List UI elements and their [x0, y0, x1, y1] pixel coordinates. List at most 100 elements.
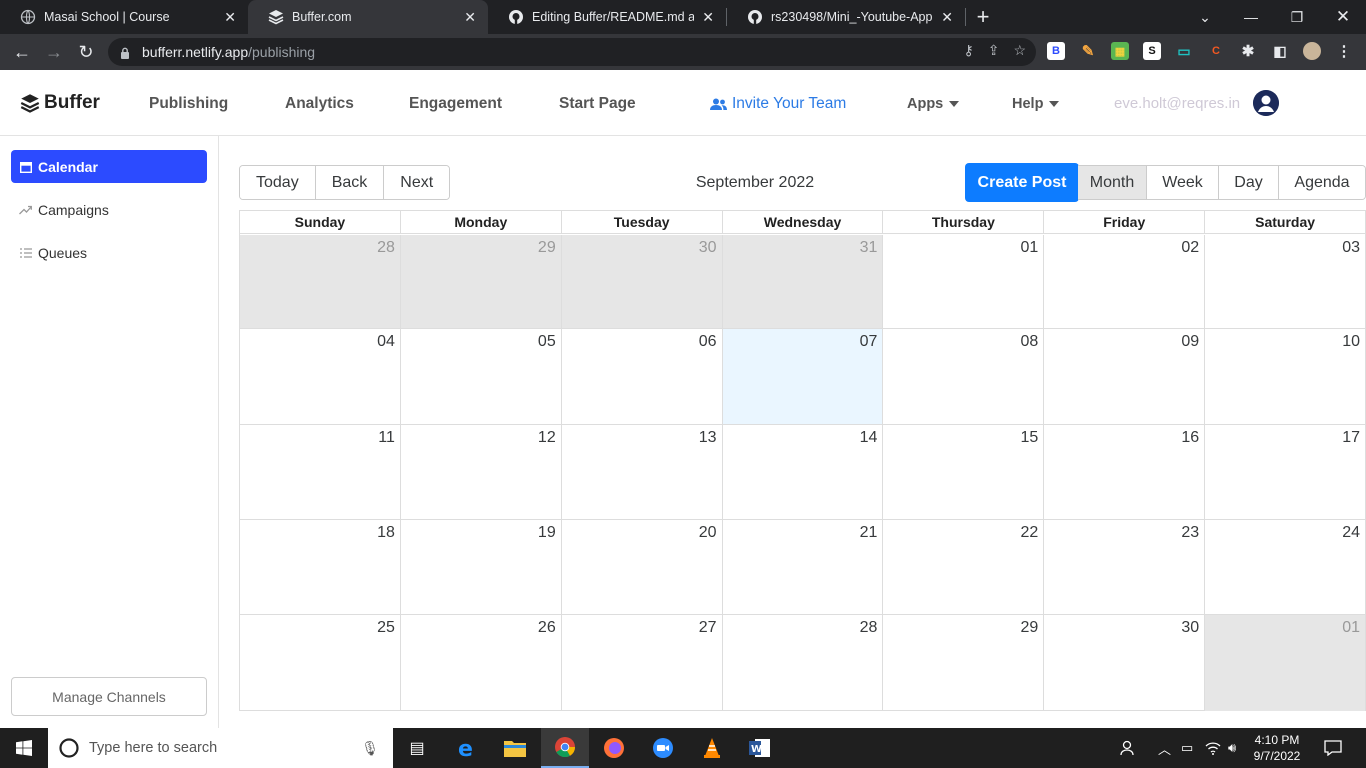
chrome-icon[interactable]	[541, 728, 589, 768]
menu-dots-icon[interactable]: ⋮	[1335, 42, 1353, 60]
day-number[interactable]: 08	[1021, 333, 1039, 350]
tab-github-readme[interactable]: Editing Buffer/README.md at ma ✕	[488, 0, 726, 34]
day-cell[interactable]: 27	[560, 615, 722, 711]
day-cell[interactable]: 04	[240, 329, 400, 424]
day-cell[interactable]: 11	[240, 425, 400, 519]
day-cell[interactable]: 28	[721, 615, 883, 711]
user-avatar-icon[interactable]	[1253, 90, 1279, 116]
day-number[interactable]: 24	[1342, 524, 1360, 541]
close-window-button[interactable]: ✕	[1320, 0, 1366, 34]
day-cell[interactable]: 14	[721, 425, 883, 519]
day-number[interactable]: 30	[699, 239, 717, 256]
sidebar-item-campaigns[interactable]: Campaigns	[11, 193, 207, 226]
day-cell[interactable]: 19	[399, 520, 561, 614]
day-cell[interactable]: 06	[560, 329, 722, 424]
day-number[interactable]: 11	[378, 429, 395, 446]
day-cell[interactable]: 21	[721, 520, 883, 614]
nav-publishing[interactable]: Publishing	[149, 95, 228, 113]
nav-engagement[interactable]: Engagement	[409, 95, 502, 113]
tab-masai[interactable]: Masai School | Course ✕	[0, 0, 248, 34]
day-cell[interactable]: 31	[721, 235, 883, 328]
day-number[interactable]: 16	[1181, 429, 1199, 446]
extension-s-icon[interactable]: S	[1143, 42, 1161, 60]
help-dropdown[interactable]: Help	[1012, 96, 1060, 112]
day-cell[interactable]: 29	[882, 615, 1043, 711]
view-day-button[interactable]: Day	[1218, 166, 1278, 199]
day-number[interactable]: 12	[538, 429, 556, 446]
day-cell[interactable]: 09	[1043, 329, 1204, 424]
sidepanel-icon[interactable]: ◧	[1271, 42, 1289, 60]
wifi-icon[interactable]	[1205, 728, 1221, 768]
day-number[interactable]: 30	[1181, 619, 1199, 636]
day-number[interactable]: 19	[538, 524, 556, 541]
nav-analytics[interactable]: Analytics	[285, 95, 354, 113]
reload-icon[interactable]: ↻	[70, 36, 102, 68]
close-icon[interactable]: ✕	[941, 9, 953, 26]
day-number[interactable]: 28	[860, 619, 878, 636]
new-tab-button[interactable]: +	[966, 0, 1000, 34]
day-number[interactable]: 10	[1342, 333, 1360, 350]
forward-arrow-icon[interactable]: →	[38, 36, 70, 68]
close-icon[interactable]: ✕	[224, 9, 236, 26]
day-cell[interactable]: 08	[882, 329, 1043, 424]
day-cell[interactable]: 22	[882, 520, 1043, 614]
taskbar-search[interactable]: Type here to search 🎙︎	[48, 728, 393, 768]
extension-b-icon[interactable]: B	[1047, 42, 1065, 60]
extension-screen-icon[interactable]: ▭	[1175, 42, 1193, 60]
day-cell[interactable]: 02	[1043, 235, 1204, 328]
day-cell[interactable]: 20	[560, 520, 722, 614]
day-number[interactable]: 17	[1342, 429, 1360, 446]
day-number[interactable]: 05	[538, 333, 556, 350]
tab-search-icon[interactable]: ⌄	[1182, 0, 1228, 34]
day-cell[interactable]: 25	[240, 615, 400, 711]
day-number[interactable]: 26	[538, 619, 556, 636]
day-cell[interactable]: 10	[1204, 329, 1365, 424]
day-number[interactable]: 18	[377, 524, 395, 541]
day-number[interactable]: 15	[1021, 429, 1039, 446]
day-number[interactable]: 31	[860, 239, 878, 256]
day-number[interactable]: 09	[1181, 333, 1199, 350]
create-post-button[interactable]: Create Post	[965, 163, 1079, 202]
windows-start-icon[interactable]	[0, 728, 48, 768]
sidebar-item-queues[interactable]: Queues	[11, 236, 207, 269]
day-cell[interactable]: 15	[882, 425, 1043, 519]
day-cell[interactable]: 03	[1204, 235, 1365, 328]
day-number[interactable]: 21	[860, 524, 878, 541]
task-view-icon[interactable]: ▤	[393, 728, 441, 768]
day-cell[interactable]: 30	[560, 235, 722, 328]
day-cell[interactable]: 18	[240, 520, 400, 614]
close-icon[interactable]: ✕	[464, 9, 476, 26]
bookmark-star-icon[interactable]: ☆	[1013, 42, 1026, 59]
day-cell[interactable]: 28	[240, 235, 400, 328]
system-clock[interactable]: 4:10 PM 9/7/2022	[1252, 732, 1302, 764]
day-cell[interactable]: 30	[1043, 615, 1204, 711]
day-cell[interactable]: 24	[1204, 520, 1365, 614]
minimize-button[interactable]: —	[1228, 0, 1274, 34]
day-number[interactable]: 25	[377, 619, 395, 636]
day-cell[interactable]: 01	[1204, 615, 1366, 711]
profile-avatar[interactable]	[1303, 42, 1321, 60]
next-button[interactable]: Next	[384, 166, 450, 199]
edge-icon[interactable]: e	[443, 728, 491, 768]
day-cell[interactable]: 12	[399, 425, 561, 519]
view-month-button[interactable]: Month	[1078, 166, 1146, 199]
day-number[interactable]: 29	[538, 239, 556, 256]
zoom-icon[interactable]	[639, 728, 687, 768]
nav-start-page[interactable]: Start Page	[559, 95, 636, 113]
manage-channels-button[interactable]: Manage Channels	[11, 677, 207, 716]
day-cell[interactable]: 23	[1043, 520, 1204, 614]
day-cell[interactable]: 26	[399, 615, 561, 711]
battery-icon[interactable]: ▭	[1181, 728, 1193, 768]
firefox-icon[interactable]	[590, 728, 638, 768]
day-number[interactable]: 01	[1021, 239, 1039, 256]
file-explorer-icon[interactable]	[491, 728, 539, 768]
day-number[interactable]: 27	[699, 619, 717, 636]
day-number[interactable]: 07	[860, 333, 878, 350]
notifications-icon[interactable]	[1324, 728, 1342, 768]
restore-button[interactable]: ❐	[1274, 0, 1320, 34]
tray-chevron-up-icon[interactable]: ︿	[1158, 728, 1171, 768]
tab-buffer[interactable]: Buffer.com ✕	[248, 0, 488, 34]
view-week-button[interactable]: Week	[1146, 166, 1218, 199]
day-cell[interactable]: 17	[1204, 425, 1365, 519]
day-number[interactable]: 14	[860, 429, 878, 446]
